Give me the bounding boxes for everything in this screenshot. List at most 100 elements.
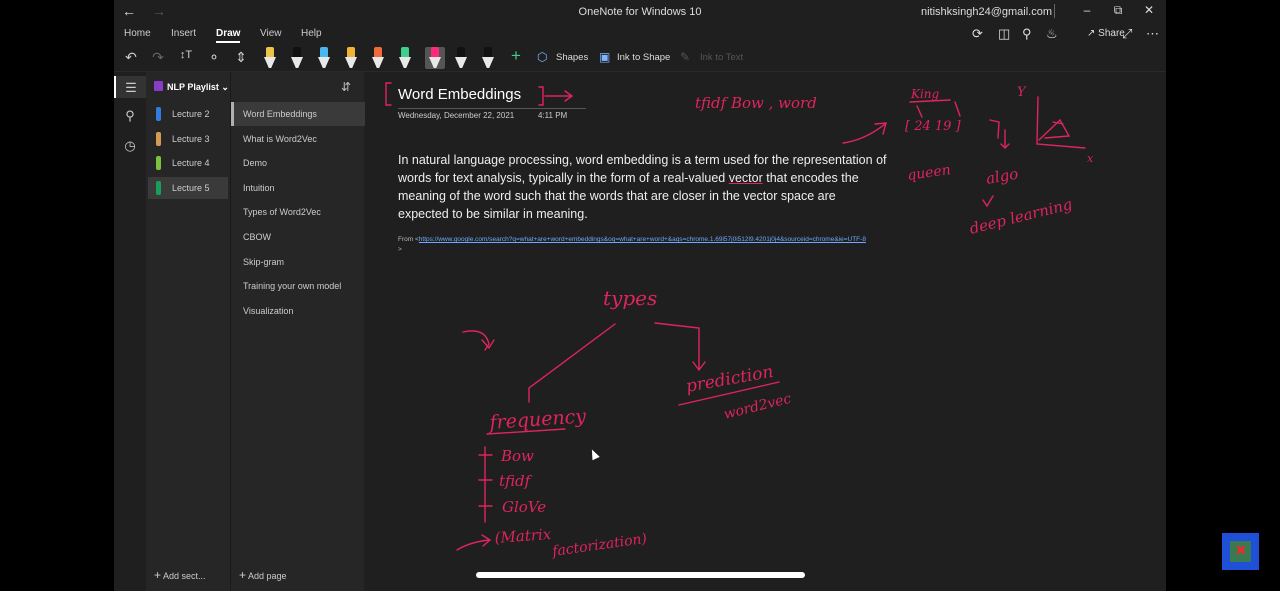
pen-8[interactable] <box>454 47 468 69</box>
section-lecture-2[interactable]: Lecture 2 <box>148 103 228 125</box>
ink-types: types <box>603 286 657 310</box>
tab-help[interactable]: Help <box>301 28 322 39</box>
shapes-icon[interactable]: ⬡ <box>537 50 547 64</box>
pen-2[interactable] <box>290 47 304 69</box>
pages-panel: ⇵ Word Embeddings What is Word2Vec Demo … <box>230 72 365 591</box>
pen-color <box>293 47 301 58</box>
pen-color <box>266 47 274 58</box>
chevron-down-icon: ⌄ <box>221 82 229 92</box>
add-section-label: Add sect... <box>163 571 206 581</box>
ink-matrix-arrow <box>456 534 492 551</box>
pen-body <box>345 57 357 68</box>
close-button[interactable]: ✕ <box>1139 3 1159 17</box>
redo-icon[interactable]: ↷ <box>148 49 168 66</box>
add-section-button[interactable]: + Add sect... <box>154 568 206 582</box>
lightbulb-icon[interactable]: ⚲ <box>1022 26 1032 42</box>
section-lecture-4[interactable]: Lecture 4 <box>148 152 228 174</box>
plus-icon: + <box>239 568 247 582</box>
page-label: Types of Word2Vec <box>243 207 321 217</box>
insert-space-icon[interactable]: ⇕ <box>231 49 251 66</box>
ink-vector: [ 24 19 ] <box>905 119 962 134</box>
page-label: Intuition <box>243 183 275 193</box>
recent-clock-icon[interactable]: ◷ <box>114 138 146 154</box>
section-color <box>156 132 161 146</box>
page-label: What is Word2Vec <box>243 134 317 144</box>
page-item-types-of-word2vec[interactable]: Types of Word2Vec <box>231 200 365 224</box>
sort-icon[interactable]: ⇵ <box>341 80 351 94</box>
page-item-skip-gram[interactable]: Skip-gram <box>231 250 365 274</box>
bell-icon[interactable]: ♨ <box>1046 26 1058 42</box>
title-separator <box>1054 4 1055 18</box>
pen-color <box>374 47 382 58</box>
page-item-visualization[interactable]: Visualization <box>231 299 365 323</box>
highlighter-2[interactable] <box>398 47 412 69</box>
page-item-word-embeddings[interactable]: Word Embeddings <box>231 102 365 126</box>
page-item-intuition[interactable]: Intuition <box>231 176 365 200</box>
lasso-select-icon[interactable]: ⚬ <box>204 49 224 66</box>
section-lecture-3[interactable]: Lecture 3 <box>148 128 228 150</box>
notebooks-icon[interactable]: ☰ <box>114 76 146 98</box>
section-lecture-5[interactable]: Lecture 5 <box>148 177 228 199</box>
ink-algo-arrow <box>982 195 994 208</box>
page-label: Demo <box>243 158 268 168</box>
ink-king: King <box>910 87 940 101</box>
ink-matrix: (Matrix <box>494 525 552 547</box>
page-label: Visualization <box>243 306 294 316</box>
ink-types-right-branch <box>654 322 706 372</box>
ink-queen: queen <box>906 162 951 184</box>
fullscreen-icon[interactable]: ⤢ <box>1122 26 1132 42</box>
pen-color <box>431 47 439 58</box>
highlighter-1[interactable] <box>371 47 385 69</box>
pen-1[interactable] <box>263 47 277 69</box>
tab-draw[interactable]: Draw <box>216 28 241 43</box>
pen-selected[interactable] <box>425 47 445 69</box>
ink-list-tfidf: tfidf <box>499 472 533 490</box>
share-button[interactable]: ↗ Share <box>1087 28 1125 39</box>
onenote-window: ← → OneNote for Windows 10 nitishksingh2… <box>114 0 1166 591</box>
ink-title-arrow <box>544 90 574 102</box>
section-color <box>156 156 161 170</box>
page-item-what-is-word2vec[interactable]: What is Word2Vec <box>231 127 365 151</box>
user-account[interactable]: nitishksingh24@gmail.com <box>921 6 1052 18</box>
more-options-icon[interactable]: ⋯ <box>1146 26 1159 42</box>
pen-body <box>264 57 276 68</box>
pen-body <box>429 57 441 68</box>
section-color <box>156 107 161 121</box>
ink-vector-bracket <box>989 119 1010 149</box>
horizontal-scrollbar[interactable] <box>476 572 805 578</box>
ink-title-bracket-left <box>385 82 392 106</box>
page-item-cbow[interactable]: CBOW <box>231 225 365 249</box>
logo-mark-icon: ✖ <box>1235 542 1247 558</box>
search-icon[interactable]: ⚲ <box>114 108 146 124</box>
section-color <box>156 181 161 195</box>
add-pen-icon[interactable]: + <box>506 46 526 66</box>
pen-color <box>457 47 465 58</box>
sections-panel: NLP Playlist ⌄ Lecture 2 Lecture 3 Lectu… <box>146 72 230 591</box>
share-icon: ↗ <box>1087 28 1096 39</box>
tab-insert[interactable]: Insert <box>171 28 196 39</box>
minimize-button[interactable]: – <box>1077 3 1097 17</box>
type-select-icon[interactable]: ↕T <box>176 49 196 61</box>
section-label: Lecture 2 <box>172 109 210 119</box>
pen-3[interactable] <box>317 47 331 69</box>
page-canvas[interactable]: Word Embeddings Wednesday, December 22, … <box>365 72 1166 591</box>
page-label: Skip-gram <box>243 257 285 267</box>
ribbon-tabs: Home Insert Draw View Help ⟳ ◫ ⚲ ♨ ↗ Sha… <box>114 24 1166 44</box>
sticky-notes-icon[interactable]: ◫ <box>998 26 1010 42</box>
add-page-button[interactable]: + Add page <box>239 568 287 582</box>
ink-to-shape-label[interactable]: Ink to Shape <box>617 52 670 63</box>
pen-9[interactable] <box>481 47 495 69</box>
ink-curve-arrow <box>842 122 887 144</box>
page-item-training-your-own-model[interactable]: Training your own model <box>231 274 365 298</box>
page-item-demo[interactable]: Demo <box>231 151 365 175</box>
sync-icon[interactable]: ⟳ <box>972 26 983 42</box>
tab-home[interactable]: Home <box>124 28 151 39</box>
ink-to-shape-icon[interactable]: ▣ <box>599 50 610 64</box>
pen-4[interactable] <box>344 47 358 69</box>
ink-factorization: factorization) <box>550 531 648 560</box>
notebook-selector[interactable]: NLP Playlist ⌄ <box>154 81 229 93</box>
maximize-button[interactable]: ⧉ <box>1108 3 1128 18</box>
tab-view[interactable]: View <box>260 28 282 39</box>
undo-icon[interactable]: ↶ <box>121 49 141 66</box>
shapes-label[interactable]: Shapes <box>556 52 588 63</box>
